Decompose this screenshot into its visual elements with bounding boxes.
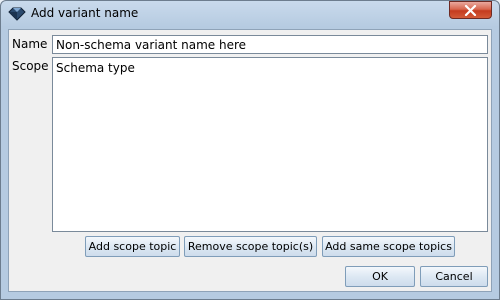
name-label: Name	[12, 37, 48, 51]
dialog-content: Name Scope Schema type Add scope topic R…	[8, 29, 492, 292]
title-bar: Add variant name	[0, 0, 500, 28]
close-icon	[464, 5, 477, 16]
close-button[interactable]	[449, 1, 492, 19]
add-scope-topic-button[interactable]: Add scope topic	[85, 236, 180, 257]
ok-button[interactable]: OK	[345, 266, 415, 287]
scope-label: Scope	[12, 59, 49, 73]
diamond-icon	[8, 7, 26, 21]
add-same-scope-topics-button[interactable]: Add same scope topics	[322, 236, 455, 257]
scope-textarea[interactable]: Schema type	[52, 57, 488, 232]
cancel-button[interactable]: Cancel	[420, 266, 488, 287]
window-title: Add variant name	[31, 6, 139, 20]
name-input[interactable]	[52, 35, 488, 54]
remove-scope-topics-button[interactable]: Remove scope topic(s)	[184, 236, 317, 257]
